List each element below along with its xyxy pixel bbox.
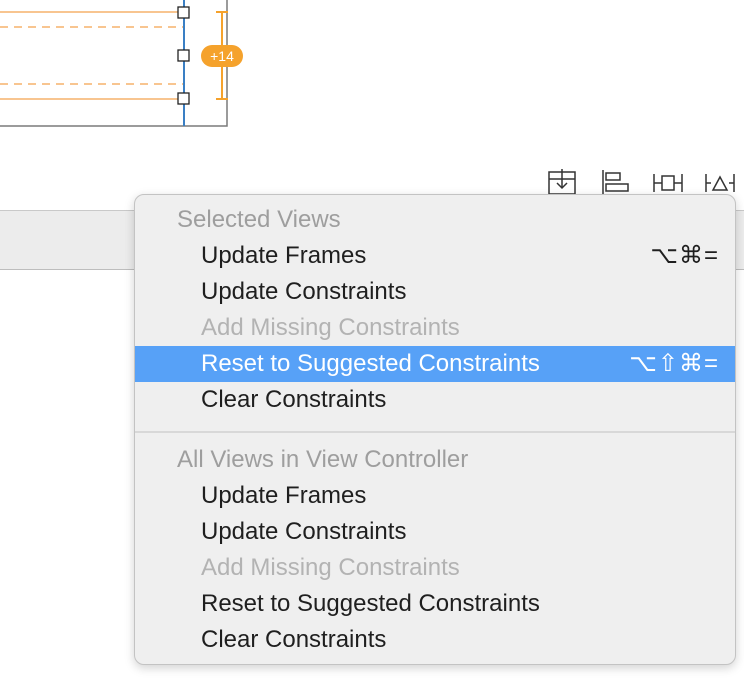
resolve-auto-layout-menu: Selected Views Update Frames ⌥⌘= Update … <box>134 194 736 665</box>
menu-section-header-selected-views: Selected Views <box>177 206 341 233</box>
menu-separator <box>135 431 735 433</box>
resize-handle-bottom <box>177 92 190 105</box>
menu-item-update-constraints[interactable]: Update Constraints <box>135 274 735 310</box>
menu-item-reset-to-suggested-constraints[interactable]: Reset to Suggested Constraints ⌥⇧⌘= <box>135 346 735 382</box>
menu-item-all-update-constraints[interactable]: Update Constraints <box>135 514 735 550</box>
pin-constraints-icon[interactable] <box>652 168 684 196</box>
menu-item-add-missing-constraints: Add Missing Constraints <box>201 314 460 341</box>
view-frame <box>0 0 228 127</box>
constraint-offset-badge: +14 <box>201 45 243 67</box>
shortcut-label: ⌥⇧⌘= <box>629 350 719 377</box>
menu-section-header-all-views: All Views in View Controller <box>177 446 469 473</box>
align-icon[interactable] <box>600 168 632 196</box>
embed-in-icon[interactable] <box>546 168 578 196</box>
menu-item-all-add-missing-constraints: Add Missing Constraints <box>201 554 460 581</box>
menu-item-clear-constraints[interactable]: Clear Constraints <box>135 382 735 418</box>
menu-item-update-frames[interactable]: Update Frames ⌥⌘= <box>135 238 735 274</box>
resize-handle-middle <box>177 49 190 62</box>
resize-handle-top <box>177 6 190 19</box>
menu-item-all-clear-constraints[interactable]: Clear Constraints <box>135 622 735 658</box>
menu-item-all-update-frames[interactable]: Update Frames <box>135 478 735 514</box>
menu-item-all-reset-to-suggested-constraints[interactable]: Reset to Suggested Constraints <box>135 586 735 622</box>
resolve-auto-layout-icon[interactable] <box>704 168 736 196</box>
shortcut-label: ⌥⌘= <box>650 242 719 269</box>
